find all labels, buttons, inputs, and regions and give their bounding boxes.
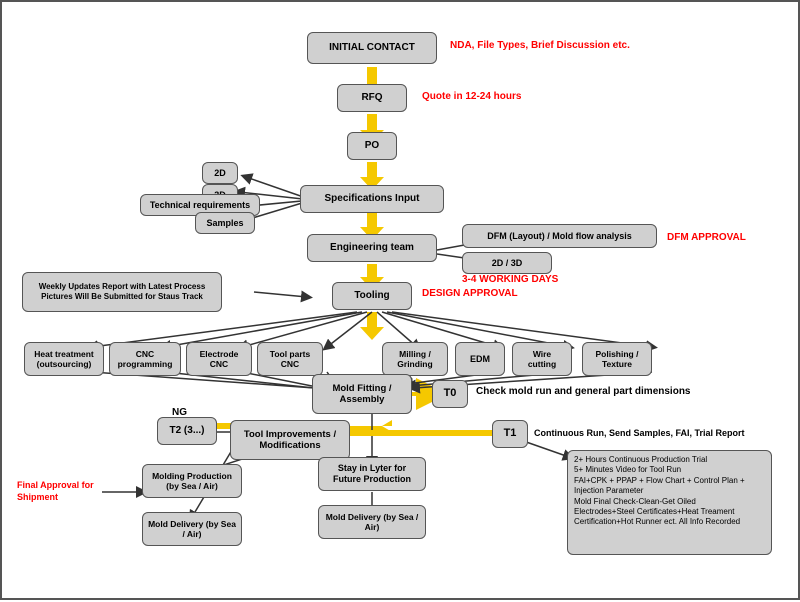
weekly-updates-box: Weekly Updates Report with Latest Proces…	[22, 272, 222, 312]
ng-label: NG	[172, 407, 187, 418]
edm-box: EDM	[455, 342, 505, 376]
t0-box: T0	[432, 380, 468, 408]
dfm-2d3d-box: 2D / 3D	[462, 252, 552, 274]
heat-treatment-box: Heat treatment (outsourcing)	[24, 342, 104, 376]
electrode-cnc-box: Electrode CNC	[186, 342, 252, 376]
tooling-box: Tooling	[332, 282, 412, 310]
continuous-run-label: Continuous Run, Send Samples, FAI, Trial…	[534, 428, 745, 438]
final-approval-label: Final Approval for Shipment	[17, 480, 135, 503]
mold-delivery-box: Mold Delivery (by Sea / Air)	[318, 505, 426, 539]
dfm-approval-label: DFM APPROVAL	[667, 232, 746, 243]
dfm-box: DFM (Layout) / Mold flow analysis	[462, 224, 657, 248]
po-box: PO	[347, 132, 397, 160]
t2-box: T2 (3...)	[157, 417, 217, 445]
2d-box: 2D	[202, 162, 238, 184]
samples-box: Samples	[195, 212, 255, 234]
t1-detail-box: 2+ Hours Continuous Production Trial 5+ …	[567, 450, 772, 555]
tool-improvements-box: Tool Improvements / Modifications	[230, 420, 350, 460]
quote-label: Quote in 12-24 hours	[422, 91, 521, 102]
design-approval-label: DESIGN APPROVAL	[422, 288, 518, 299]
eng-team-box: Engineering team	[307, 234, 437, 262]
specs-input-box: Specifications Input	[300, 185, 444, 213]
milling-grinding-box: Milling / Grinding	[382, 342, 448, 376]
check-mold-label: Check mold run and general part dimensio…	[476, 386, 691, 397]
process-diagram: INITIAL CONTACT NDA, File Types, Brief D…	[0, 0, 800, 600]
mold-delivery-local-box: Mold Delivery (by Sea / Air)	[142, 512, 242, 546]
wire-cutting-box: Wire cutting	[512, 342, 572, 376]
rfq-box: RFQ	[337, 84, 407, 112]
cnc-programming-box: CNC programming	[109, 342, 181, 376]
t1-box: T1	[492, 420, 528, 448]
tool-parts-cnc-box: Tool parts CNC	[257, 342, 323, 376]
nda-label: NDA, File Types, Brief Discussion etc.	[450, 40, 630, 51]
mold-fitting-box: Mold Fitting / Assembly	[312, 374, 412, 414]
molding-production-box: Molding Production (by Sea / Air)	[142, 464, 242, 498]
initial-contact-box: INITIAL CONTACT	[307, 32, 437, 64]
stay-lyter-box: Stay in Lyter for Future Production	[318, 457, 426, 491]
polishing-texture-box: Polishing / Texture	[582, 342, 652, 376]
working-days-label: 3-4 WORKING DAYS	[462, 274, 558, 285]
